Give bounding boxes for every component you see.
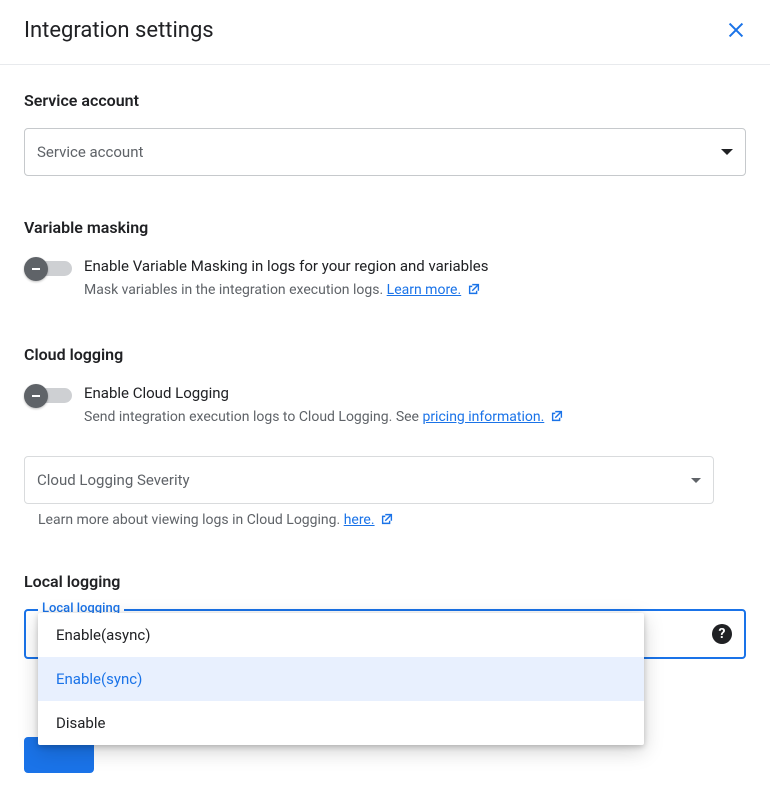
service-account-placeholder: Service account [37, 143, 143, 161]
local-logging-dropdown: Enable(async) Enable(sync) Disable [38, 613, 644, 745]
minus-icon [24, 257, 48, 281]
cloud-logging-severity-select[interactable]: Cloud Logging Severity [24, 456, 714, 504]
local-logging-option-async[interactable]: Enable(async) [38, 613, 644, 657]
cloud-logging-help: Learn more about viewing logs in Cloud L… [24, 512, 746, 530]
cloud-logging-toggle[interactable] [24, 384, 72, 408]
cloud-logging-pricing-link[interactable]: pricing information. [422, 409, 544, 425]
cloud-logging-title: Cloud logging [24, 345, 746, 364]
local-logging-title: Local logging [24, 572, 746, 591]
cloud-logging-secondary: Send integration execution logs to Cloud… [84, 406, 564, 430]
minus-icon [24, 384, 48, 408]
service-account-title: Service account [24, 91, 746, 110]
external-link-icon [467, 281, 481, 303]
close-button[interactable] [718, 12, 754, 48]
variable-masking-title: Variable masking [24, 218, 746, 237]
variable-masking-primary: Enable Variable Masking in logs for your… [84, 255, 488, 277]
integration-settings-dialog: Integration settings Service account Ser… [0, 0, 770, 806]
cloud-logging-severity-placeholder: Cloud Logging Severity [37, 471, 190, 489]
external-link-icon [380, 512, 394, 530]
dialog-body: Service account Service account Variable… [0, 65, 770, 659]
local-logging-wrap: Local logging ? Enable(async) Enable(syn… [24, 609, 746, 659]
cloud-logging-text: Enable Cloud Logging Send integration ex… [84, 382, 564, 430]
variable-masking-secondary: Mask variables in the integration execut… [84, 279, 488, 303]
help-icon[interactable]: ? [712, 624, 732, 644]
external-link-icon [550, 408, 564, 430]
service-account-select[interactable]: Service account [24, 128, 746, 176]
variable-masking-text: Enable Variable Masking in logs for your… [84, 255, 488, 303]
chevron-down-icon [691, 478, 701, 483]
variable-masking-toggle[interactable] [24, 257, 72, 281]
dialog-header: Integration settings [0, 0, 770, 65]
dialog-title: Integration settings [24, 18, 214, 43]
chevron-down-icon [721, 149, 733, 155]
close-icon [725, 19, 747, 41]
cloud-logging-primary: Enable Cloud Logging [84, 382, 564, 404]
variable-masking-row: Enable Variable Masking in logs for your… [24, 255, 746, 303]
local-logging-option-sync[interactable]: Enable(sync) [38, 657, 644, 701]
variable-masking-learn-more-link[interactable]: Learn more. [387, 282, 462, 298]
cloud-logging-row: Enable Cloud Logging Send integration ex… [24, 382, 746, 430]
local-logging-option-disable[interactable]: Disable [38, 701, 644, 745]
cloud-logging-help-link[interactable]: here. [344, 512, 375, 528]
